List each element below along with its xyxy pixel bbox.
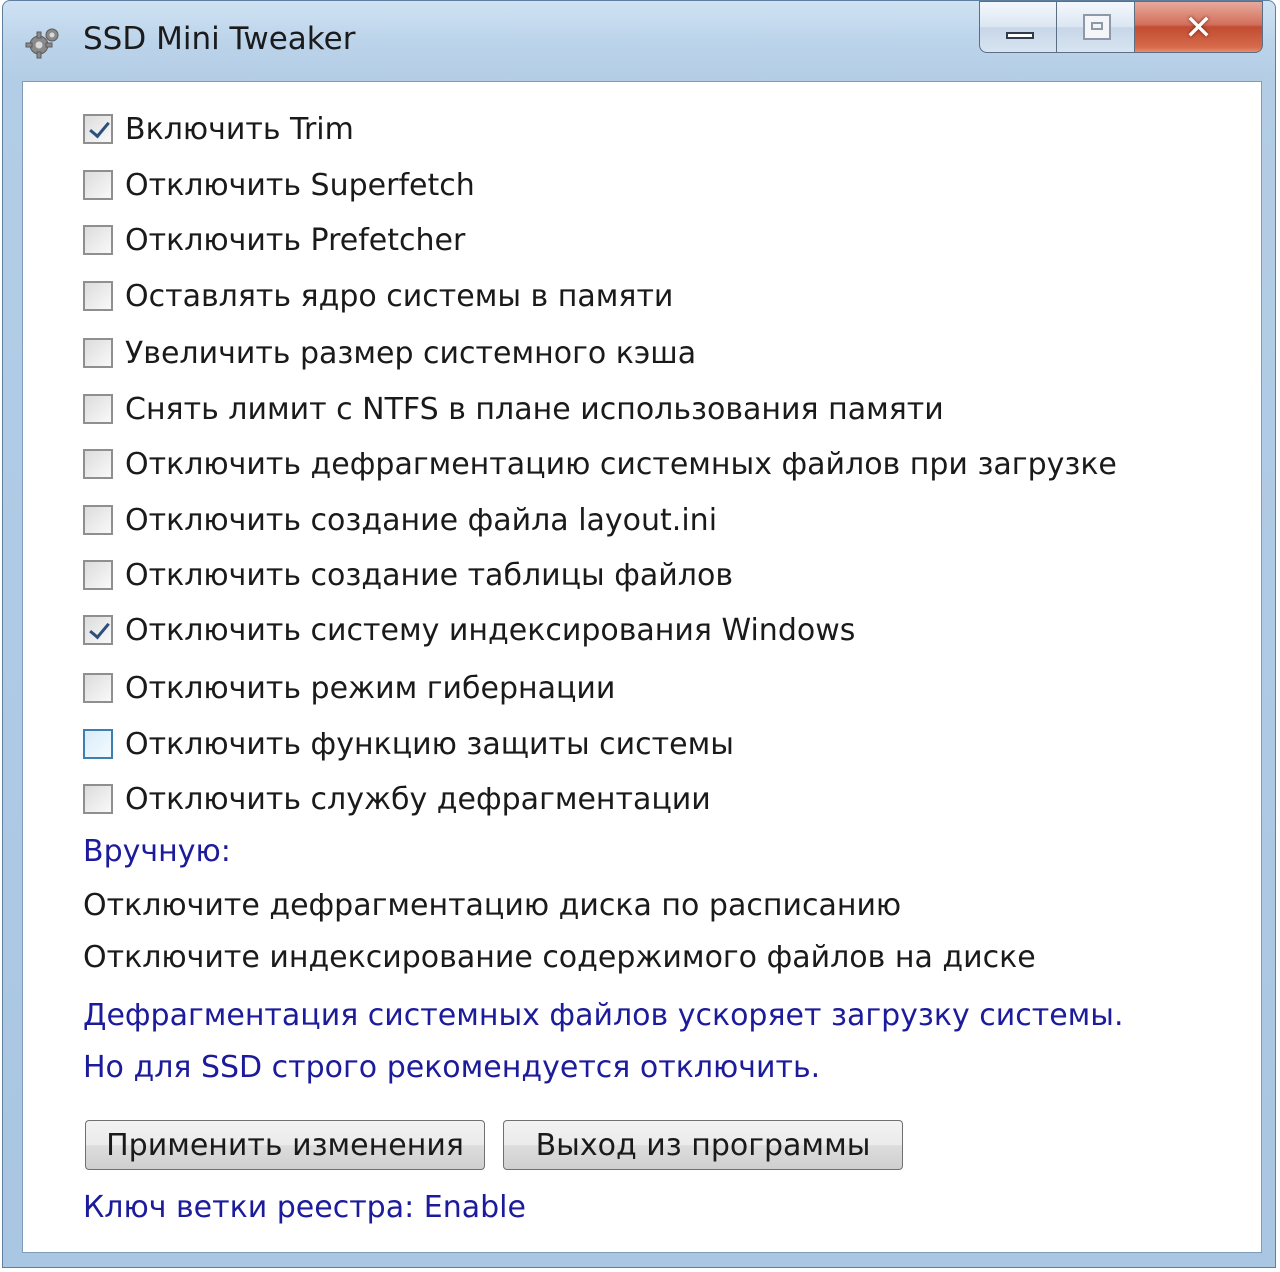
option-label[interactable]: Оставлять ядро системы в памяти	[125, 279, 673, 314]
minimize-icon	[1006, 32, 1034, 39]
exit-program-button[interactable]: Выход из программы	[503, 1120, 903, 1170]
maximize-button[interactable]	[1057, 1, 1135, 53]
manual-step-index-link[interactable]: Отключите индексирование содержимого фай…	[83, 940, 1036, 975]
option-row[interactable]: Оставлять ядро системы в памяти	[83, 274, 673, 318]
option-checkbox[interactable]	[83, 505, 113, 535]
option-checkbox[interactable]	[83, 338, 113, 368]
minimize-button[interactable]	[979, 1, 1057, 53]
option-checkbox[interactable]	[83, 729, 113, 759]
option-row[interactable]: Включить Trim	[83, 107, 354, 151]
option-row[interactable]: Отключить функцию защиты системы	[83, 722, 734, 766]
option-row[interactable]: Снять лимит с NTFS в плане использования…	[83, 387, 944, 431]
manual-step-defrag-link[interactable]: Отключите дефрагментацию диска по распис…	[83, 888, 901, 923]
window-title: SSD Mini Tweaker	[83, 21, 356, 57]
option-checkbox[interactable]	[83, 449, 113, 479]
window-controls: ✕	[979, 1, 1263, 53]
close-icon: ✕	[1184, 8, 1213, 48]
option-row[interactable]: Увеличить размер системного кэша	[83, 331, 696, 375]
option-checkbox[interactable]	[83, 281, 113, 311]
option-label[interactable]: Отключить создание таблицы файлов	[125, 558, 733, 593]
app-window: SSD Mini Tweaker ✕ Включить Trim Отключи…	[2, 0, 1276, 1268]
registry-key-status: Ключ ветки реестра: Enable	[83, 1190, 526, 1225]
option-label[interactable]: Отключить функцию защиты системы	[125, 727, 734, 762]
option-row[interactable]: Отключить режим гибернации	[83, 666, 615, 710]
title-bar[interactable]: SSD Mini Tweaker ✕	[3, 1, 1275, 81]
option-label[interactable]: Отключить систему индексирования Windows	[125, 613, 855, 648]
option-row[interactable]: Отключить службу дефрагментации	[83, 777, 711, 821]
option-row[interactable]: Отключить Prefetcher	[83, 218, 465, 262]
option-label[interactable]: Отключить Prefetcher	[125, 223, 465, 258]
apply-changes-button[interactable]: Применить изменения	[85, 1120, 485, 1170]
client-area: Включить Trim Отключить Superfetch Отклю…	[22, 81, 1262, 1253]
option-row[interactable]: Отключить создание таблицы файлов	[83, 553, 733, 597]
option-label[interactable]: Отключить Superfetch	[125, 168, 475, 203]
option-label[interactable]: Снять лимит с NTFS в плане использования…	[125, 392, 944, 427]
option-row[interactable]: Отключить систему индексирования Windows	[83, 608, 855, 652]
option-row[interactable]: Отключить Superfetch	[83, 163, 475, 207]
option-checkbox[interactable]	[83, 673, 113, 703]
hint-line-2: Но для SSD строго рекомендуется отключит…	[83, 1050, 821, 1085]
gear-icon	[25, 28, 59, 59]
option-label[interactable]: Отключить создание файла layout.ini	[125, 503, 717, 538]
option-row[interactable]: Отключить дефрагментацию системных файло…	[83, 442, 1117, 486]
option-checkbox[interactable]	[83, 170, 113, 200]
option-checkbox[interactable]	[83, 114, 113, 144]
option-label[interactable]: Отключить режим гибернации	[125, 671, 615, 706]
option-label[interactable]: Увеличить размер системного кэша	[125, 336, 696, 371]
option-checkbox[interactable]	[83, 560, 113, 590]
option-checkbox[interactable]	[83, 225, 113, 255]
option-checkbox[interactable]	[83, 784, 113, 814]
maximize-icon	[1083, 14, 1111, 40]
option-label[interactable]: Отключить службу дефрагментации	[125, 782, 711, 817]
hint-line-1: Дефрагментация системных файлов ускоряет…	[83, 998, 1124, 1033]
option-checkbox[interactable]	[83, 394, 113, 424]
option-checkbox[interactable]	[83, 615, 113, 645]
option-label[interactable]: Включить Trim	[125, 112, 354, 147]
manual-heading: Вручную:	[83, 834, 231, 869]
option-row[interactable]: Отключить создание файла layout.ini	[83, 498, 717, 542]
close-button[interactable]: ✕	[1135, 1, 1263, 53]
option-label[interactable]: Отключить дефрагментацию системных файло…	[125, 447, 1117, 482]
